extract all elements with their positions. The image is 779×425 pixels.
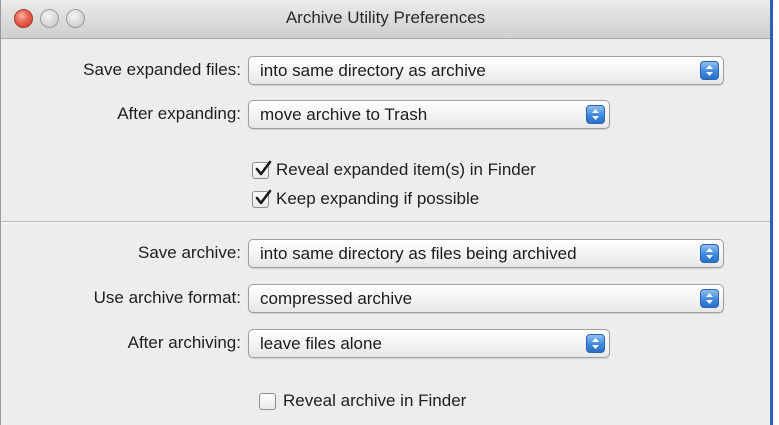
save-archive-value: into same directory as files being archi… [260, 244, 577, 263]
section-divider [1, 221, 770, 223]
keep-expanding-row[interactable]: Keep expanding if possible [252, 189, 612, 211]
reveal-expanded-checkbox[interactable] [252, 160, 272, 179]
up-down-arrows-icon [586, 105, 605, 124]
reveal-archive-label: Reveal archive in Finder [283, 391, 467, 410]
up-down-arrows-icon [700, 289, 719, 308]
after-expanding-label: After expanding: [117, 104, 241, 123]
reveal-archive-checkbox[interactable] [259, 393, 276, 410]
save-expanded-label: Save expanded files: [83, 60, 241, 79]
up-down-arrows-icon [700, 61, 719, 80]
title-bar[interactable]: Archive Utility Preferences [1, 0, 770, 39]
window-title: Archive Utility Preferences [285, 8, 486, 27]
reveal-expanded-row[interactable]: Reveal expanded item(s) in Finder [252, 160, 612, 182]
save-expanded-value: into same directory as archive [260, 61, 486, 80]
up-down-arrows-icon [586, 334, 605, 353]
reveal-archive-row[interactable]: Reveal archive in Finder [259, 391, 559, 413]
keep-expanding-checkbox[interactable] [252, 189, 272, 208]
after-expanding-value: move archive to Trash [260, 105, 428, 124]
keep-expanding-label: Keep expanding if possible [276, 189, 480, 208]
save-expanded-popup[interactable]: into same directory as archive [248, 56, 724, 85]
after-archiving-value: leave files alone [260, 334, 382, 353]
archive-format-label: Use archive format: [93, 288, 241, 307]
archive-format-popup[interactable]: compressed archive [248, 284, 724, 313]
save-archive-label: Save archive: [138, 243, 241, 262]
up-down-arrows-icon [700, 244, 719, 263]
reveal-expanded-label: Reveal expanded item(s) in Finder [276, 160, 536, 179]
after-archiving-label: After archiving: [127, 333, 241, 352]
save-archive-popup[interactable]: into same directory as files being archi… [248, 239, 724, 268]
checkmark-icon [255, 189, 272, 205]
checkmark-icon [255, 160, 272, 176]
preferences-window: Archive Utility Preferences Save expande… [0, 0, 773, 425]
after-archiving-popup[interactable]: leave files alone [248, 329, 610, 358]
after-expanding-popup[interactable]: move archive to Trash [248, 100, 610, 129]
archive-format-value: compressed archive [260, 289, 413, 308]
